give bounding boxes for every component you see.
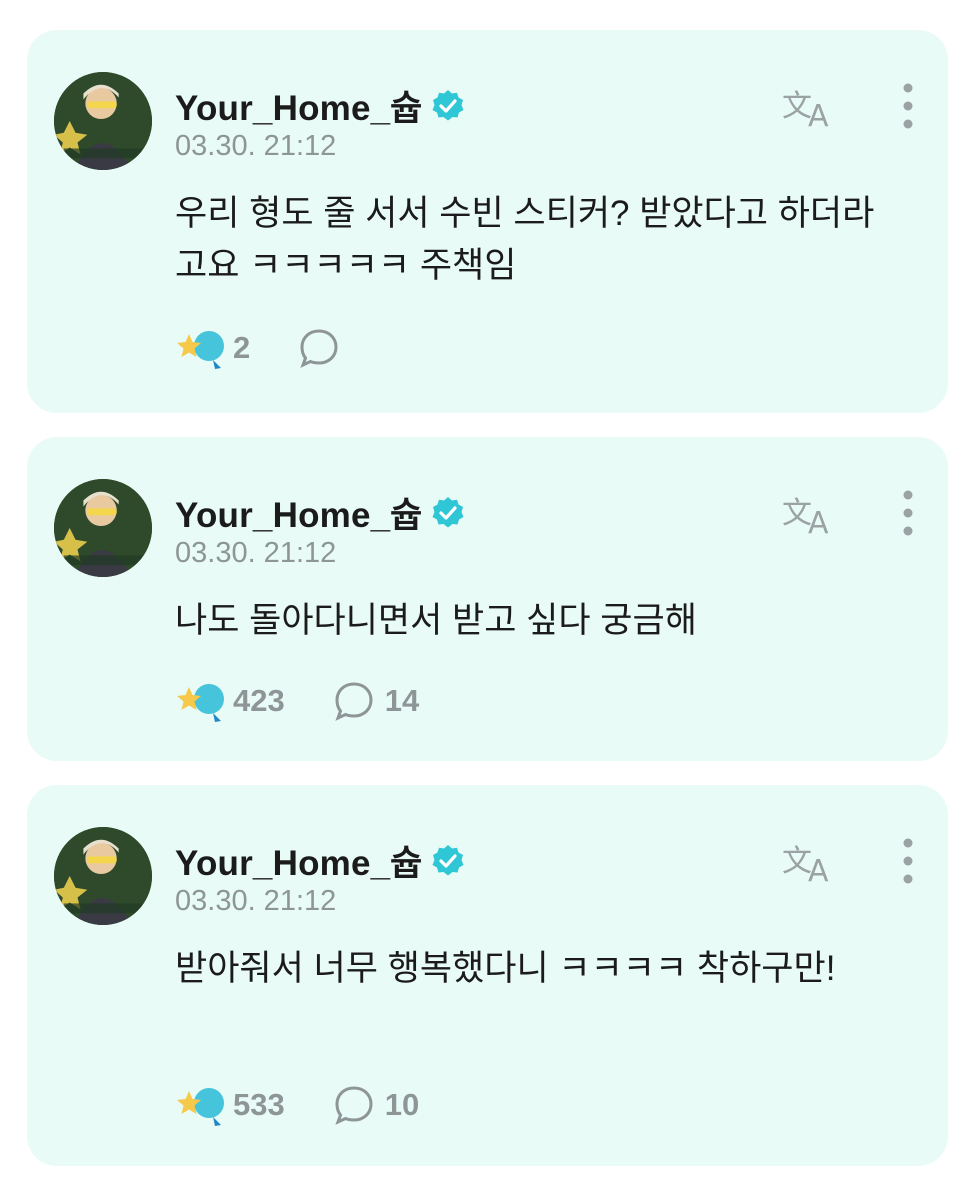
avatar[interactable] <box>54 827 152 925</box>
post-text: 나도 돌아다니면서 받고 싶다 궁금해 <box>175 601 697 640</box>
post-timestamp: 03.30. 21:12 <box>175 537 337 569</box>
speech-bubble-icon <box>335 1086 373 1125</box>
reaction-button[interactable]: 423 <box>175 679 285 723</box>
speech-bubble-icon <box>335 682 373 721</box>
translate-icon[interactable]: 文 A <box>780 489 838 537</box>
post-timestamp: 03.30. 21:12 <box>175 885 337 917</box>
more-vertical-icon[interactable] <box>898 487 918 539</box>
svg-text:A: A <box>808 99 829 130</box>
post-actions: 533 10 <box>175 1083 419 1127</box>
reaction-button[interactable]: 533 <box>175 1083 285 1127</box>
reaction-count: 423 <box>233 683 285 718</box>
post-card[interactable]: Your_Home_슙 03.30. 21:12 나도 돌아다니면서 받고 싶다… <box>27 437 948 761</box>
reaction-count: 533 <box>233 1087 285 1122</box>
post-text: 받아줘서 너무 행복했다니 ㅋㅋㅋㅋ 착하구만! <box>175 949 836 988</box>
more-vertical-icon[interactable] <box>898 835 918 887</box>
translate-icon[interactable]: 文 A <box>780 82 838 130</box>
post-text: 우리 형도 줄 서서 수빈 스티커? 받았다고 하더라고요 ㅋㅋㅋㅋㅋ 주책임 <box>175 194 875 285</box>
comment-count: 10 <box>384 1087 420 1122</box>
author-name[interactable]: Your_Home_슙 <box>175 487 423 538</box>
author-name-row[interactable]: Your_Home_슙 <box>175 835 465 886</box>
post-actions: 2 <box>175 326 350 370</box>
verified-badge-icon <box>432 89 464 120</box>
post-card[interactable]: Your_Home_슙 03.30. 21:12 우리 형도 줄 서서 수빈 스… <box>27 30 948 413</box>
post-feed: Your_Home_슙 03.30. 21:12 우리 형도 줄 서서 수빈 스… <box>0 0 976 1200</box>
avatar[interactable] <box>54 479 152 577</box>
more-vertical-icon[interactable] <box>898 80 918 132</box>
author-name[interactable]: Your_Home_슙 <box>175 835 423 886</box>
author-name-row[interactable]: Your_Home_슙 <box>175 487 465 538</box>
reaction-button[interactable]: 2 <box>175 326 250 370</box>
translate-icon[interactable]: 文 A <box>780 837 838 885</box>
comment-button[interactable]: 14 <box>333 680 419 722</box>
star-lightbulb-reaction-icon <box>177 684 224 722</box>
svg-text:A: A <box>808 854 829 885</box>
post-card[interactable]: Your_Home_슙 03.30. 21:12 받아줘서 너무 행복했다니 ㅋ… <box>27 785 948 1166</box>
author-name-row[interactable]: Your_Home_슙 <box>175 80 465 131</box>
reaction-count: 2 <box>233 330 251 365</box>
svg-text:A: A <box>808 506 829 537</box>
verified-badge-icon <box>432 496 464 527</box>
comment-button[interactable] <box>298 327 350 369</box>
verified-badge-icon <box>432 844 464 875</box>
post-actions: 423 14 <box>175 679 419 723</box>
comment-count: 14 <box>384 683 420 718</box>
star-lightbulb-reaction-icon <box>177 331 224 369</box>
avatar[interactable] <box>54 72 152 170</box>
star-lightbulb-reaction-icon <box>177 1088 224 1126</box>
comment-button[interactable]: 10 <box>333 1084 419 1126</box>
speech-bubble-icon <box>300 329 338 368</box>
author-name[interactable]: Your_Home_슙 <box>175 80 423 131</box>
post-timestamp: 03.30. 21:12 <box>175 130 337 162</box>
